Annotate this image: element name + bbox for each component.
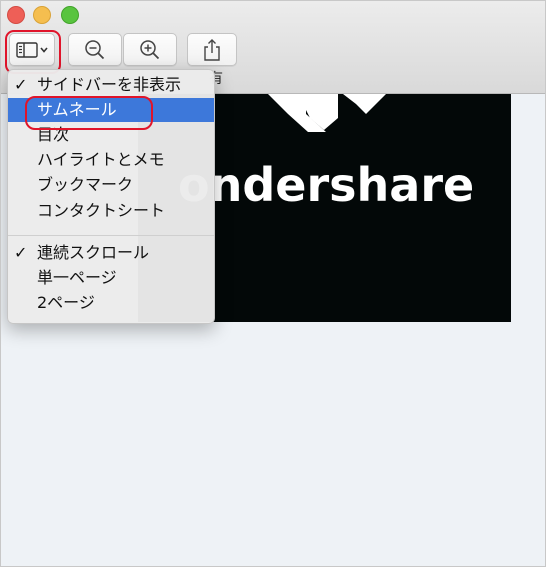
share-button[interactable] xyxy=(187,33,237,66)
close-button[interactable] xyxy=(7,6,25,24)
menu-item-contact-sheet[interactable]: コンタクトシート xyxy=(8,199,214,223)
checkmark-icon: ✓ xyxy=(14,75,28,94)
zoom-in-icon xyxy=(140,39,160,59)
sidebar-menu-button[interactable] xyxy=(9,33,55,66)
share-icon xyxy=(204,38,220,61)
menu-item-bookmarks[interactable]: ブックマーク xyxy=(8,173,214,197)
menu-item-two-pages[interactable]: 2ページ xyxy=(8,291,214,315)
menu-item-toc[interactable]: 目次 xyxy=(8,123,214,147)
menu-item-hide-sidebar[interactable]: ✓ サイドバーを非表示 xyxy=(8,73,214,97)
document-logo-text: ondershare xyxy=(178,158,475,212)
zoom-out-icon xyxy=(85,39,105,59)
checkmark-icon: ✓ xyxy=(14,243,28,262)
sidebar-icon xyxy=(16,41,48,58)
menu-separator xyxy=(8,235,214,236)
preview-window: 有 ondershare ✓ サイドバーを非表示 サムネール 目次 ハイライトと… xyxy=(0,0,546,567)
zoom-out-button[interactable] xyxy=(68,33,122,66)
zoom-in-button[interactable] xyxy=(123,33,177,66)
menu-item-single-page[interactable]: 単一ページ xyxy=(8,266,214,290)
chevron-down-icon xyxy=(40,46,48,53)
menu-item-continuous-scroll[interactable]: ✓ 連続スクロール xyxy=(8,241,214,265)
minimize-button[interactable] xyxy=(33,6,51,24)
menu-item-thumbnails[interactable]: サムネール xyxy=(8,98,214,122)
menu-item-highlights-notes[interactable]: ハイライトとメモ xyxy=(8,148,214,172)
sidebar-view-menu: ✓ サイドバーを非表示 サムネール 目次 ハイライトとメモ ブックマーク コンタ… xyxy=(7,69,215,324)
zoom-window-button[interactable] xyxy=(61,6,79,24)
